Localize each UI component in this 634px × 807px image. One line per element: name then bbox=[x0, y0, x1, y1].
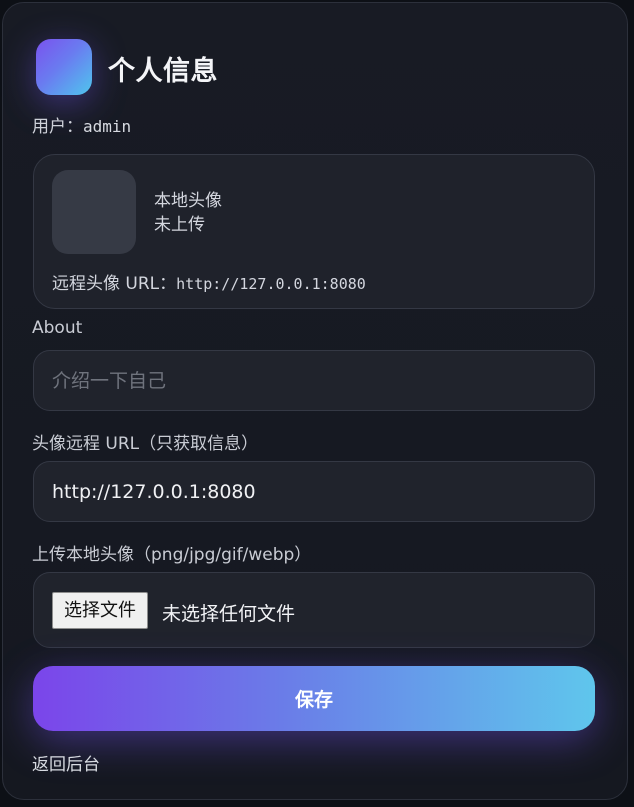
username-value: admin bbox=[83, 117, 132, 136]
upload-label: 上传本地头像（png/jpg/gif/webp） bbox=[32, 545, 312, 565]
page-title: 个人信息 bbox=[108, 56, 218, 87]
user-label: 用户： bbox=[32, 117, 83, 137]
file-upload-field: 选择文件 未选择任何文件 bbox=[33, 572, 595, 648]
file-status-text: 未选择任何文件 bbox=[162, 603, 296, 625]
about-label: About bbox=[32, 318, 83, 338]
choose-file-button[interactable]: 选择文件 bbox=[52, 592, 148, 629]
remote-url-field-wrapper bbox=[33, 461, 595, 522]
save-button[interactable]: 保存 bbox=[33, 666, 595, 731]
remote-avatar-info: 远程头像 URL：http://127.0.0.1:8080 bbox=[52, 269, 366, 294]
remote-avatar-label: 远程头像 URL： bbox=[52, 274, 177, 294]
remote-url-label: 头像远程 URL（只获取信息） bbox=[32, 434, 259, 454]
back-to-admin-link[interactable]: 返回后台 bbox=[32, 750, 100, 775]
avatar-panel: 本地头像 未上传 远程头像 URL：http://127.0.0.1:8080 bbox=[33, 154, 595, 309]
remote-url-input[interactable] bbox=[34, 462, 594, 521]
about-input[interactable] bbox=[34, 351, 594, 410]
user-info: 用户：admin bbox=[32, 112, 131, 137]
app-logo-icon bbox=[36, 39, 92, 95]
about-field-wrapper bbox=[33, 350, 595, 411]
local-avatar-info: 本地头像 未上传 bbox=[154, 189, 222, 237]
avatar-placeholder bbox=[52, 170, 136, 254]
remote-avatar-url: http://127.0.0.1:8080 bbox=[176, 275, 366, 293]
local-avatar-label: 本地头像 bbox=[154, 191, 222, 211]
local-avatar-status: 未上传 bbox=[154, 215, 205, 235]
